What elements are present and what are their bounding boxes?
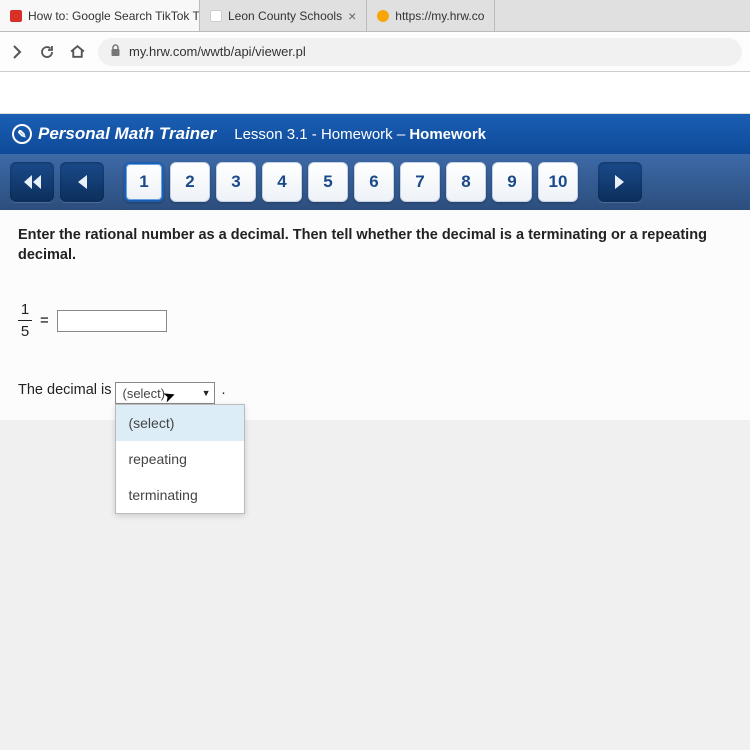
forward-icon[interactable] <box>8 43 26 61</box>
publisher-logo-bar <box>0 72 750 114</box>
select-wrapper: (select) ▼ ➤ (select) repeating terminat… <box>115 382 215 404</box>
chevron-down-icon: ▼ <box>202 388 211 398</box>
question-number-8[interactable]: 8 <box>446 162 486 202</box>
question-number-6[interactable]: 6 <box>354 162 394 202</box>
numerator: 1 <box>21 301 29 318</box>
question-number-10[interactable]: 10 <box>538 162 578 202</box>
fraction: 1 5 <box>18 301 32 340</box>
question-number-7[interactable]: 7 <box>400 162 440 202</box>
brand-text: Personal Math Trainer <box>38 124 216 144</box>
app-header: ✎ Personal Math Trainer Lesson 3.1 - Hom… <box>0 114 750 154</box>
sentence-prefix: The decimal is <box>18 382 111 398</box>
lesson-name: Homework <box>409 126 486 143</box>
browser-tab-2[interactable]: Leon County Schools × <box>200 0 367 31</box>
browser-tabs: How to: Google Search TikTok T × Leon Co… <box>0 0 750 32</box>
next-question-button[interactable] <box>598 162 642 202</box>
fraction-bar <box>18 320 32 321</box>
url-text: my.hrw.com/wwtb/api/viewer.pl <box>129 44 306 59</box>
tab-favicon <box>377 10 389 22</box>
decimal-type-select[interactable]: (select) ▼ <box>115 382 215 404</box>
reload-icon[interactable] <box>38 43 56 61</box>
select-option[interactable]: repeating <box>116 441 244 477</box>
home-icon[interactable] <box>68 43 86 61</box>
tab-title: How to: Google Search TikTok T <box>28 9 200 23</box>
tab-favicon <box>210 10 222 22</box>
url-field[interactable]: my.hrw.com/wwtb/api/viewer.pl <box>98 38 742 66</box>
question-number-4[interactable]: 4 <box>262 162 302 202</box>
select-value: (select) <box>122 386 165 401</box>
close-icon[interactable]: × <box>348 8 356 24</box>
address-bar: my.hrw.com/wwtb/api/viewer.pl <box>0 32 750 72</box>
denominator: 5 <box>21 323 29 340</box>
equation-row: 1 5 = <box>18 301 732 340</box>
app-brand: ✎ Personal Math Trainer <box>12 124 216 144</box>
select-option[interactable]: (select) <box>116 405 244 441</box>
question-numbers: 12345678910 <box>124 162 578 202</box>
question-number-1[interactable]: 1 <box>124 162 164 202</box>
problem-area: Enter the rational number as a decimal. … <box>0 210 750 420</box>
browser-tab-1[interactable]: How to: Google Search TikTok T × <box>0 0 200 31</box>
tab-favicon <box>10 10 22 22</box>
prev-question-button[interactable] <box>60 162 104 202</box>
question-number-9[interactable]: 9 <box>492 162 532 202</box>
lock-icon <box>110 44 121 60</box>
equals-sign: = <box>40 312 49 329</box>
select-dropdown: (select) repeating terminating <box>115 404 245 514</box>
question-nav: 12345678910 <box>0 154 750 210</box>
first-question-button[interactable] <box>10 162 54 202</box>
select-option[interactable]: terminating <box>116 477 244 513</box>
question-number-5[interactable]: 5 <box>308 162 348 202</box>
sentence-period: . <box>221 382 225 398</box>
brand-icon: ✎ <box>12 124 32 144</box>
question-number-3[interactable]: 3 <box>216 162 256 202</box>
tab-title: Leon County Schools <box>228 9 342 23</box>
classification-row: The decimal is (select) ▼ ➤ (select) rep… <box>18 382 732 404</box>
instructions-text: Enter the rational number as a decimal. … <box>18 226 732 265</box>
lesson-prefix: Lesson 3.1 - Homework – <box>234 126 409 143</box>
decimal-answer-input[interactable] <box>57 310 167 332</box>
lesson-title: Lesson 3.1 - Homework – Homework <box>234 126 486 143</box>
browser-tab-3[interactable]: https://my.hrw.co <box>367 0 495 31</box>
tab-title: https://my.hrw.co <box>395 9 484 23</box>
question-number-2[interactable]: 2 <box>170 162 210 202</box>
